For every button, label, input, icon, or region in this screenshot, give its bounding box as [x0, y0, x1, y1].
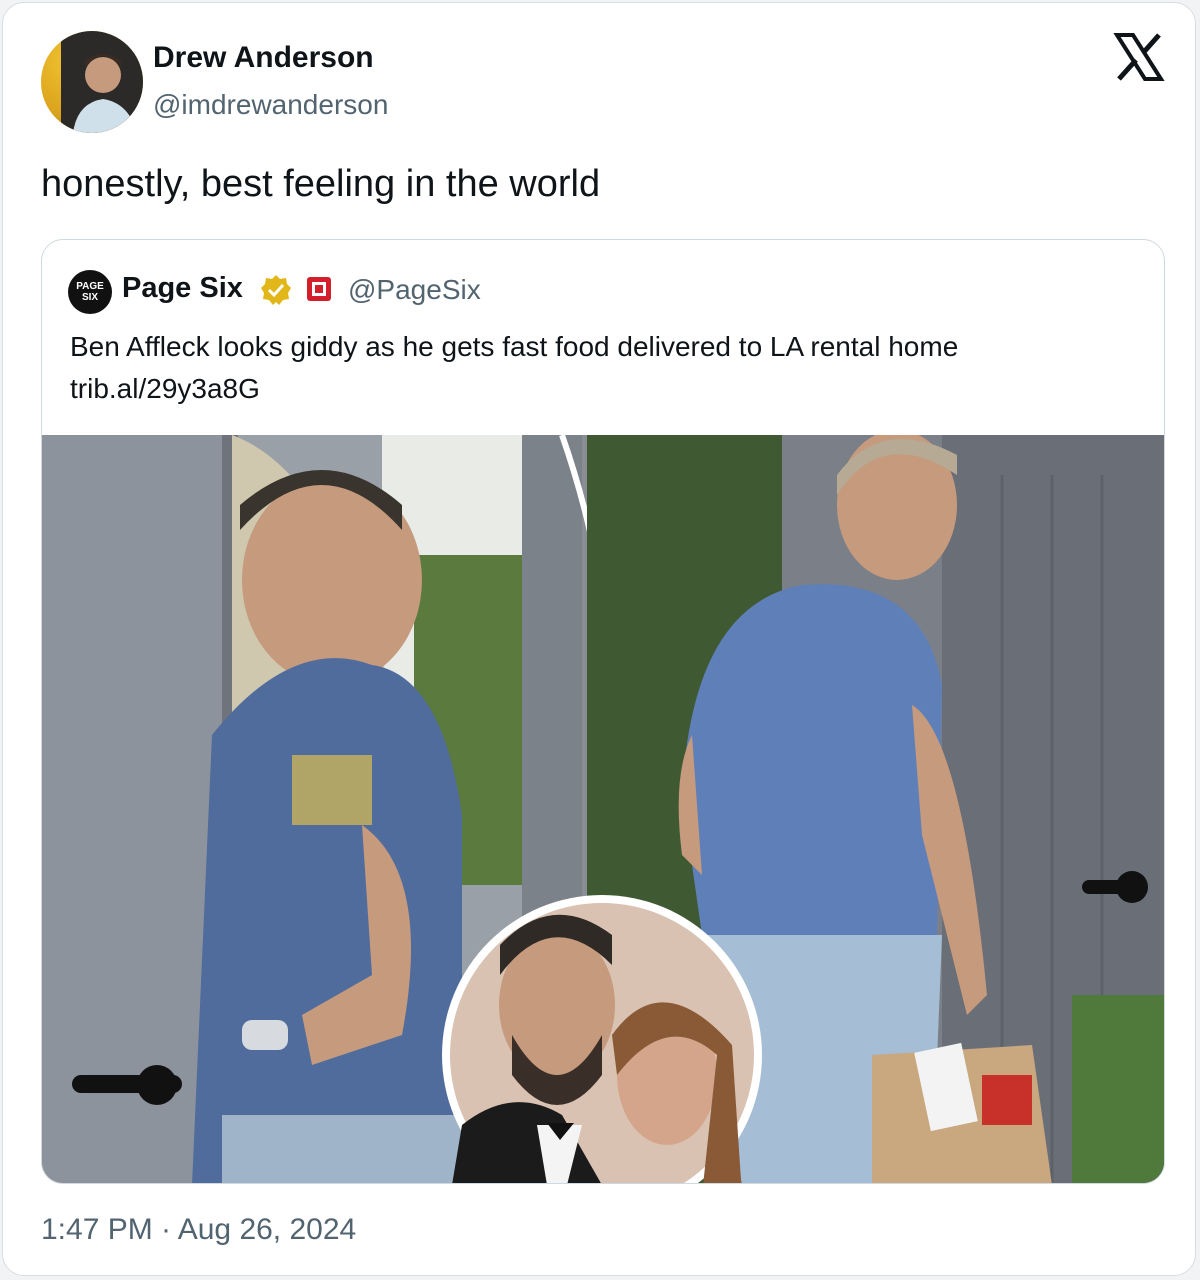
author-name[interactable]: Drew Anderson	[153, 41, 374, 75]
author-handle[interactable]: @imdrewanderson	[153, 89, 388, 121]
author-avatar[interactable]	[41, 31, 143, 133]
quoted-author-name[interactable]: Page Six	[122, 272, 243, 305]
quoted-author-avatar[interactable]: PAGE SIX	[68, 270, 112, 314]
quoted-media-image[interactable]	[42, 435, 1164, 1183]
avatar-text: PAGE SIX	[76, 281, 104, 303]
tweet-card: Drew Anderson @imdrewanderson honestly, …	[2, 2, 1196, 1276]
quoted-headline: Ben Affleck looks giddy as he gets fast …	[70, 331, 959, 362]
x-logo-icon[interactable]	[1113, 31, 1165, 83]
tweet-timestamp[interactable]: 1:47 PM · Aug 26, 2024	[41, 1213, 356, 1247]
quoted-tweet[interactable]: PAGE SIX Page Six @PageSix Ben Affleck l…	[41, 239, 1165, 1184]
gold-verified-badge-icon	[261, 275, 291, 305]
quoted-link[interactable]: trib.al/29y3a8G	[70, 368, 1150, 410]
quoted-author-handle[interactable]: @PageSix	[348, 274, 481, 306]
tweet-text: honestly, best feeling in the world	[41, 163, 601, 205]
page-six-affiliate-icon[interactable]	[306, 276, 332, 302]
quoted-tweet-text: Ben Affleck looks giddy as he gets fast …	[70, 326, 1150, 410]
